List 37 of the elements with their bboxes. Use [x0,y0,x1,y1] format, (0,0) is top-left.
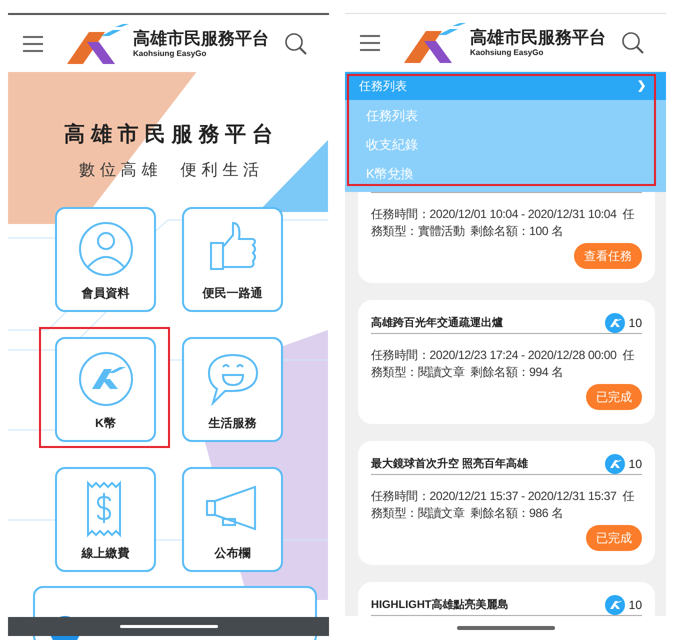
menu-tile[interactable]: 會員資料 [55,206,156,312]
task-info: 任務時間：2020/12/21 15:37 - 2020/12/31 15:37 任務類型：閱讀文章 剩餘名額：986 名 [371,488,636,522]
points-value: 10 [628,456,642,473]
menu-tile[interactable]: 便民一路通 [182,206,283,312]
search-icon[interactable] [285,32,307,54]
logo-icon [65,24,129,64]
k-coin-icon [604,313,625,333]
task-title: HIGHLIGHT高雄點亮美麗島 [371,597,508,613]
task-title: 高雄跨百光年交通疏運出爐 [371,316,503,331]
logo-title: 高雄市民服務平台 [470,28,606,46]
hero-subtitle: 數位高雄 便利生活 [78,160,264,180]
task-info: 任務時間：2020/12/01 10:04 - 2020/12/31 10:04 任務類型：實體活動 剩餘名額：100 名 [371,206,636,240]
menu-item[interactable]: K幣兌換 [345,159,666,188]
menu-tile[interactable]: 公布欄 [182,466,283,572]
menu-tile[interactable]: 線上繳費 [55,466,156,572]
logo-icon [402,22,466,62]
task-info: 任務時間：2020/12/23 17:24 - 2020/12/28 00:00 任務類型：閱讀文章 剩餘名額：994 名 [371,347,636,381]
search-icon[interactable] [622,32,644,54]
menu-icon[interactable] [23,36,43,52]
menu-item[interactable]: 任務列表 [345,101,666,130]
task-button[interactable]: 已完成 [586,525,642,551]
menu-tile[interactable]: 生活服務 [182,336,283,442]
task-button[interactable]: 已完成 [586,384,642,410]
task-title: 最大鏡球首次升空 照亮百年高雄 [371,456,528,472]
dropdown-header[interactable]: 任務列表 ❯ [345,72,666,100]
task-button[interactable]: 查看任務 [574,243,642,269]
points-value: 10 [628,315,642,332]
k-coin-icon [604,454,625,474]
logo-subtitle: Kaohsiung EasyGo [470,48,544,56]
hero-title: 高雄市民服務平台 [62,122,280,148]
menu-item[interactable]: 收支紀錄 [345,130,666,159]
logo-title: 高雄市民服務平台 [133,30,269,46]
menu-tile[interactable]: K幣 [55,336,156,442]
menu-icon[interactable] [360,34,380,50]
points-value: 10 [628,597,642,614]
logo-subtitle: Kaohsiung EasyGo [133,50,208,58]
chevron-icon: ❯ [637,78,646,94]
